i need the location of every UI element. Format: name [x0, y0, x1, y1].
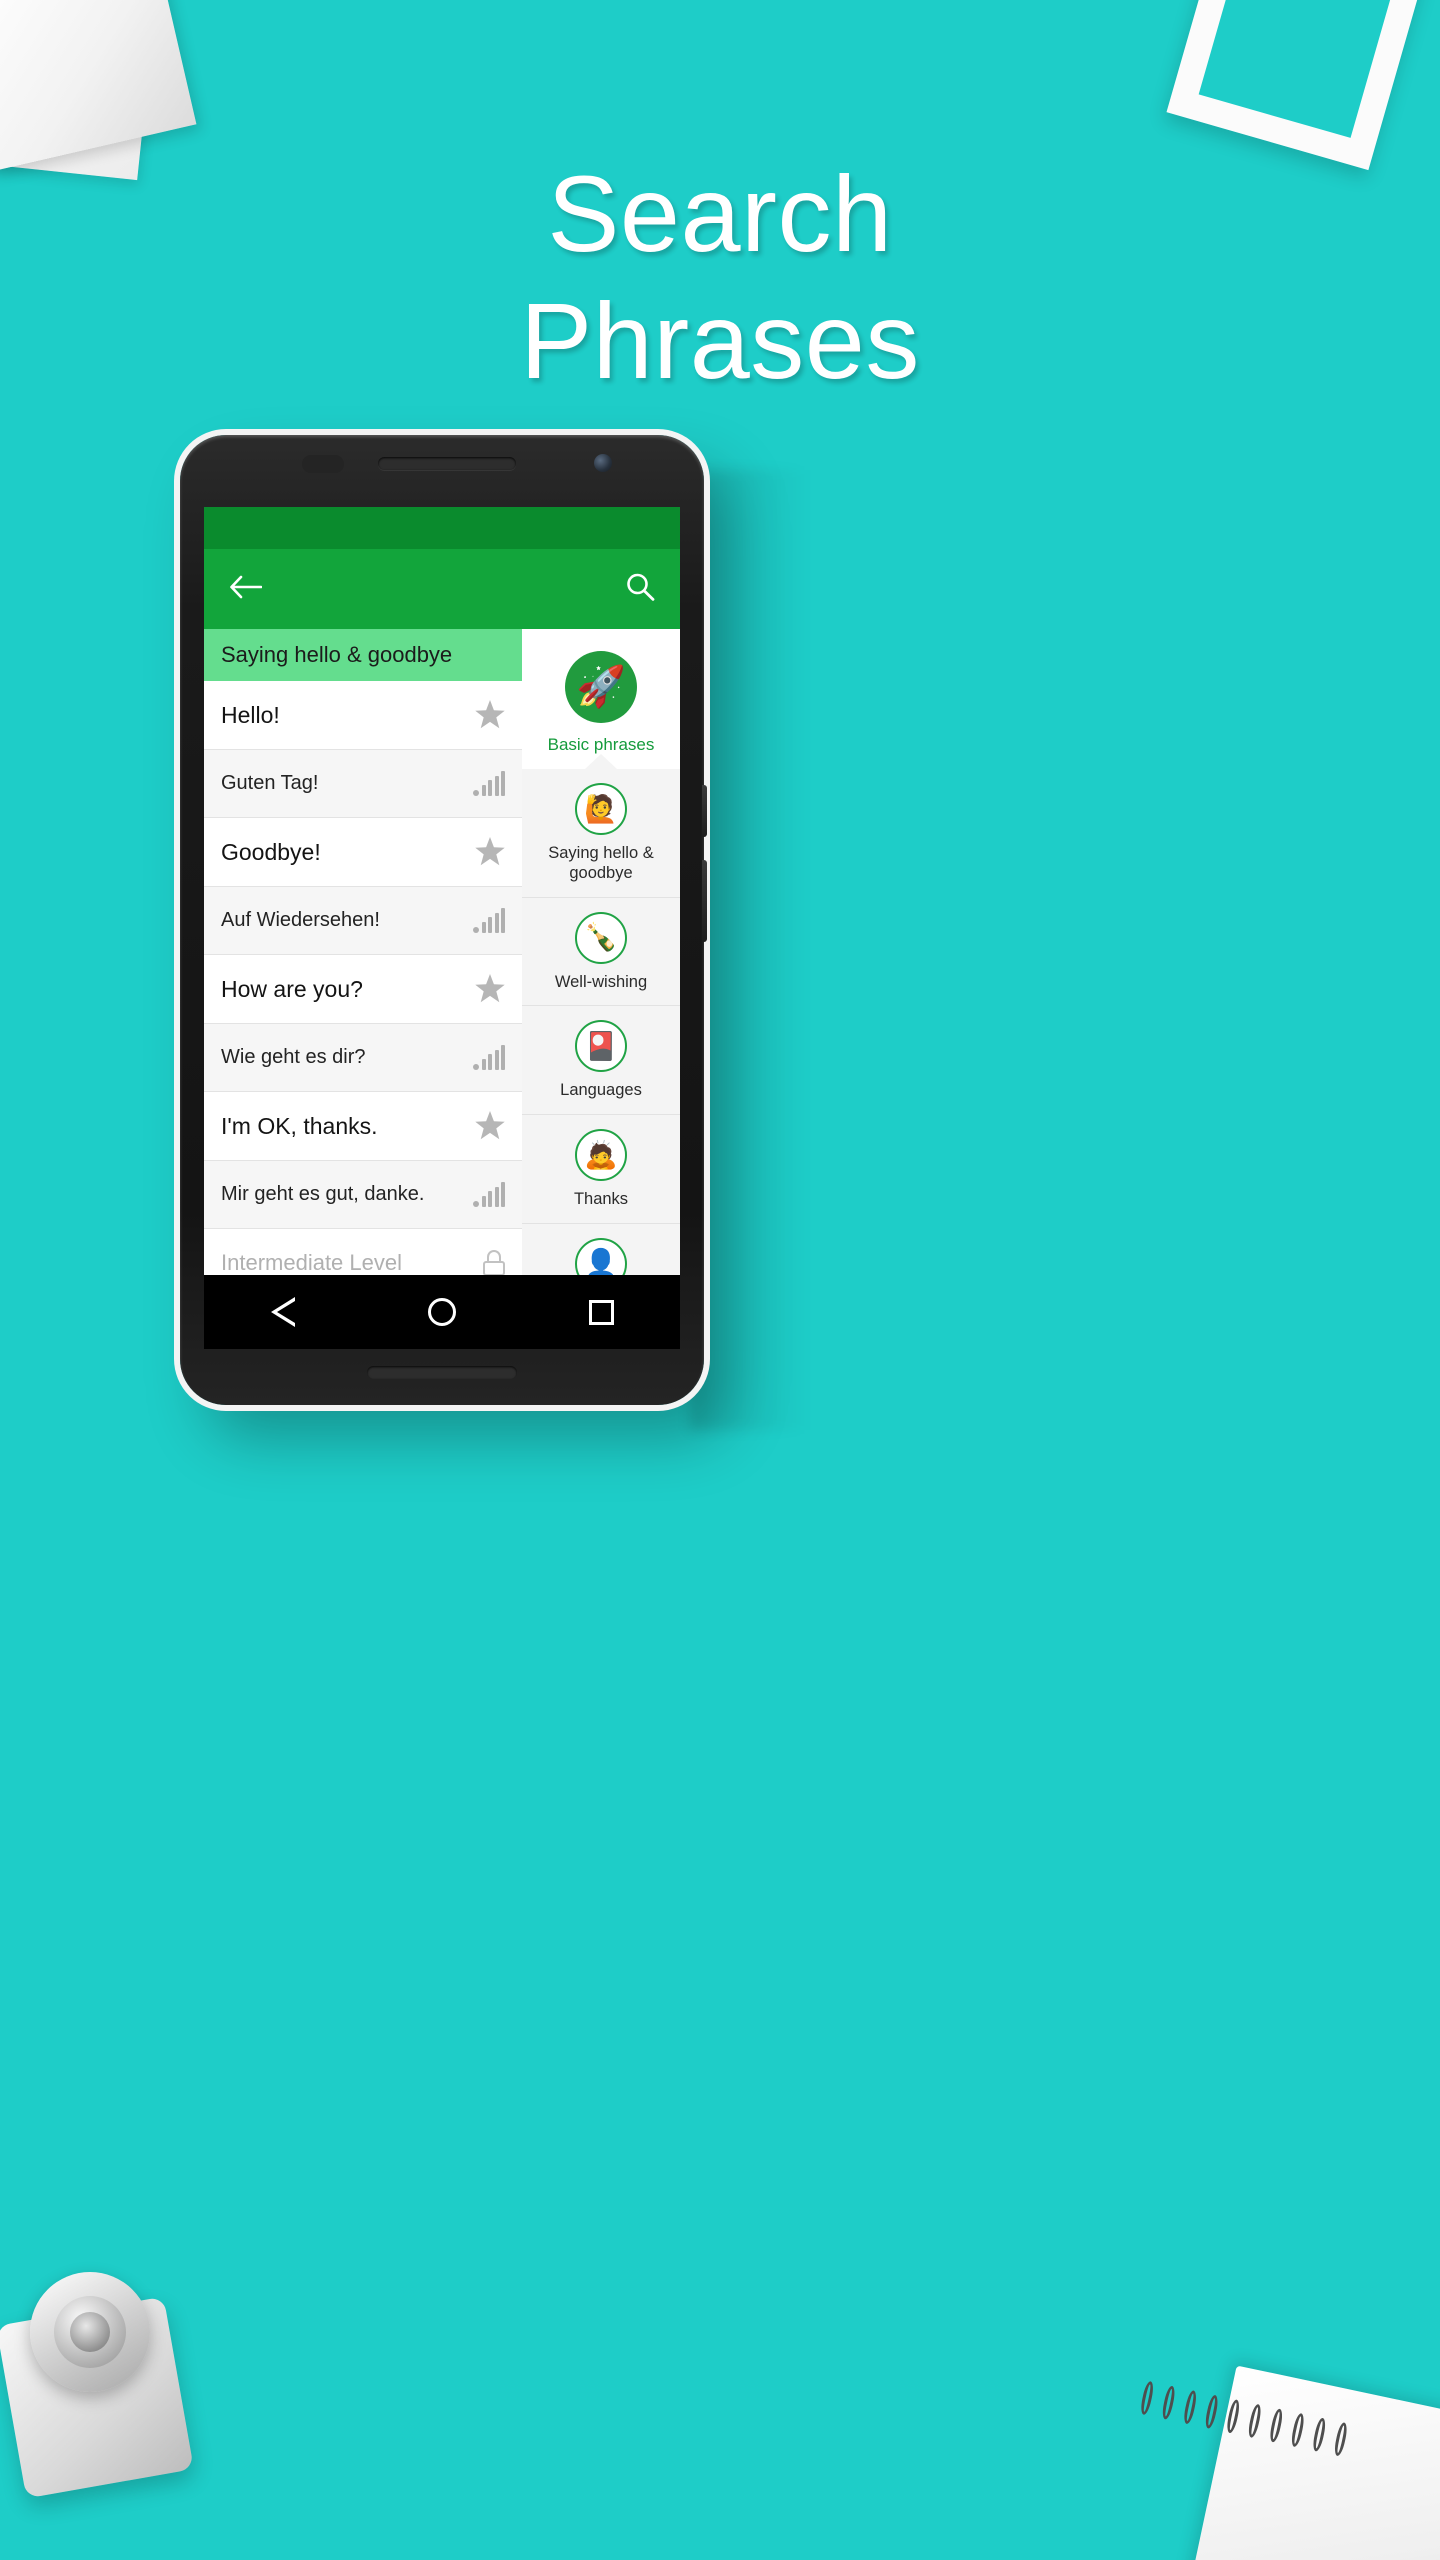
- category-item-label: Well-wishing: [554, 972, 648, 991]
- camera-lens-core-decoration: [70, 2312, 110, 2352]
- locked-level-label: Intermediate Level: [221, 1250, 402, 1275]
- page-title: Search Phrases: [0, 150, 1440, 405]
- category-glyph: 🙇: [584, 1139, 618, 1170]
- phrase-text: Auf Wiedersehen!: [221, 909, 380, 931]
- category-glyph: 👤: [584, 1248, 618, 1279]
- category-panel[interactable]: 🚀 Basic phrases 🙋 Saying hello & goodbye…: [522, 629, 680, 1327]
- screen-content: Saying hello & goodbye Hello! Guten Tag!…: [204, 629, 680, 1327]
- headline-line-1: Search: [547, 153, 893, 274]
- waving-person-icon: 🙋: [575, 783, 627, 835]
- category-item-well-wishing[interactable]: 🍾 Well-wishing: [522, 897, 680, 1007]
- headline-line-2: Phrases: [520, 280, 920, 402]
- phrase-text: I'm OK, thanks.: [221, 1112, 378, 1139]
- phrase-list[interactable]: Saying hello & goodbye Hello! Guten Tag!…: [204, 629, 522, 1327]
- category-item-thanks[interactable]: 🙇 Thanks: [522, 1115, 680, 1224]
- person-bow-icon: 🙇: [575, 1129, 627, 1182]
- lock-icon: [483, 1250, 505, 1276]
- star-icon[interactable]: [475, 974, 505, 1003]
- phrase-text: Goodbye!: [221, 838, 321, 865]
- phone-drop-shadow: [690, 470, 810, 1430]
- camera-lens-inner-decoration: [54, 2296, 126, 2368]
- app-bar: [204, 549, 680, 629]
- table-row[interactable]: Mir geht es gut, danke.: [204, 1161, 522, 1229]
- camera-body-decoration: [0, 2296, 194, 2499]
- category-glyph: 🙋: [584, 793, 618, 824]
- search-icon[interactable]: [624, 571, 656, 608]
- rocket-glyph: 🚀: [576, 665, 626, 709]
- picture-frame-decoration: [1166, 0, 1424, 171]
- table-row[interactable]: Hello!: [204, 681, 522, 750]
- star-icon[interactable]: [475, 837, 505, 866]
- notepad-spiral-decoration: [1139, 2380, 1371, 2463]
- phrase-text: Guten Tag!: [221, 772, 319, 794]
- earpiece-speaker: [378, 457, 516, 470]
- category-item-label: Thanks: [573, 1190, 629, 1209]
- signal-bars-icon[interactable]: [473, 1181, 505, 1207]
- category-item-label: Languages: [560, 1081, 642, 1100]
- system-navigation-bar: [204, 1275, 680, 1349]
- proximity-sensor: [302, 455, 344, 473]
- category-current-label: Basic phrases: [547, 735, 655, 754]
- category-item-saying-hello-goodbye[interactable]: 🙋 Saying hello & goodbye: [522, 769, 680, 898]
- phrase-text: Mir geht es gut, danke.: [221, 1183, 425, 1205]
- front-camera: [594, 454, 612, 472]
- category-item-label: Saying hello & goodbye: [548, 844, 654, 882]
- phone-mockup: Saying hello & goodbye Hello! Guten Tag!…: [180, 435, 707, 1405]
- rocket-icon: 🚀: [565, 651, 637, 723]
- phrase-text: Wie geht es dir?: [221, 1046, 366, 1068]
- category-current[interactable]: 🚀 Basic phrases: [522, 629, 680, 769]
- table-row[interactable]: How are you?: [204, 955, 522, 1024]
- power-button[interactable]: [702, 860, 707, 942]
- notepad-decoration: [1188, 2365, 1440, 2560]
- paper-stack-decoration-1: [0, 0, 197, 172]
- flags-icon: 🎴: [575, 1020, 627, 1073]
- arrow-left-icon[interactable]: [228, 574, 263, 605]
- category-glyph: 🎴: [584, 1030, 618, 1061]
- signal-bars-icon[interactable]: [473, 907, 505, 933]
- table-row[interactable]: Guten Tag!: [204, 750, 522, 818]
- camera-lens-outer-decoration: [30, 2272, 150, 2392]
- nav-recent-icon[interactable]: [588, 1299, 614, 1325]
- signal-bars-icon[interactable]: [473, 1044, 505, 1070]
- bottom-speaker: [367, 1366, 517, 1379]
- category-item-languages[interactable]: 🎴 Languages: [522, 1006, 680, 1116]
- table-row[interactable]: Wie geht es dir?: [204, 1024, 522, 1092]
- nav-home-icon[interactable]: [427, 1298, 456, 1326]
- table-row[interactable]: Goodbye!: [204, 818, 522, 887]
- phrase-text: Hello!: [221, 701, 280, 728]
- category-glyph: 🍾: [584, 922, 618, 953]
- table-row[interactable]: I'm OK, thanks.: [204, 1092, 522, 1161]
- section-header-label: Saying hello & goodbye: [221, 642, 453, 667]
- champagne-icon: 🍾: [575, 911, 627, 964]
- status-bar: [204, 507, 680, 549]
- nav-back-icon[interactable]: [270, 1297, 295, 1327]
- table-row[interactable]: Auf Wiedersehen!: [204, 887, 522, 955]
- phrase-text: How are you?: [221, 975, 363, 1002]
- list-section-header: Saying hello & goodbye: [204, 629, 522, 681]
- star-icon[interactable]: [475, 1111, 505, 1140]
- star-icon[interactable]: [475, 700, 505, 729]
- phone-screen: Saying hello & goodbye Hello! Guten Tag!…: [204, 507, 680, 1327]
- signal-bars-icon[interactable]: [473, 770, 505, 796]
- volume-button[interactable]: [702, 785, 707, 837]
